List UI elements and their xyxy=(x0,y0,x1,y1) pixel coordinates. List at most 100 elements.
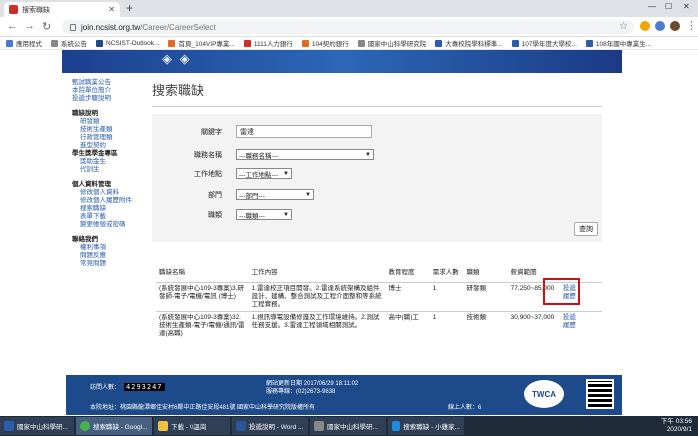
taskbar-item[interactable]: 搜索職缺 - Googl... xyxy=(76,417,152,435)
job-title-label: 職務名稱 xyxy=(194,151,222,159)
sidebar-top-links: 甄試職業公告 本院單位簡介 投遞步驟說明 xyxy=(72,79,142,103)
sidebar-link[interactable]: 權利事項 xyxy=(72,244,142,252)
tab-title: 搜索職缺 xyxy=(22,6,50,14)
col-header: 教育程度 xyxy=(388,269,415,276)
cell-education: 博士 xyxy=(388,285,402,292)
url-path: /Career/CareerSelect xyxy=(140,22,216,32)
online-count: 線上人數：6 xyxy=(448,405,482,411)
sidebar-heading: 個人資料管理 xyxy=(72,181,111,188)
folder-icon xyxy=(158,421,168,431)
job-title-select[interactable]: ---職務名稱--- ▼ xyxy=(236,149,374,160)
sidebar-link[interactable]: 甄試職業公告 xyxy=(72,79,142,87)
bookmark-item[interactable]: 首頁_104VIP專業... xyxy=(168,38,235,48)
highlight-box xyxy=(543,278,580,305)
sidebar-link[interactable]: 表單下載 xyxy=(72,213,142,221)
keyword-input[interactable]: 雷達 xyxy=(236,125,372,138)
cell-job-name: (系統發展中心109-3專案)3.研發師-電子/電機/電訊 (博士) xyxy=(159,285,244,300)
sidebar-heading: 職缺說明 xyxy=(72,110,98,117)
sidebar-heading: 聯絡我們 xyxy=(72,236,98,243)
bookmark-item[interactable]: 系統公告 xyxy=(51,38,87,48)
sidebar-link[interactable]: 常見問題 xyxy=(72,260,142,268)
chevron-down-icon: ▼ xyxy=(365,151,371,158)
keyword-label: 關鍵字 xyxy=(201,128,222,136)
job-type-select[interactable]: ---職類--- ▼ xyxy=(236,209,292,220)
cell-content: 1.視訊導電設備修護及工作環境維持。2.測試任務支援。3.雷達工程領域相關測試。 xyxy=(251,314,380,329)
job-type-label: 職類 xyxy=(208,211,222,219)
sidebar-link[interactable]: 獎助金生 xyxy=(72,158,142,166)
sidebar-link[interactable]: 搜索職缺 xyxy=(72,205,142,213)
menu-kebab-icon[interactable]: ⋮ xyxy=(686,19,697,32)
cell-content: 1.雷達校正項目開發。2.雷達系統架構及組件設計、建構、整合測試及工程介面整和等… xyxy=(251,285,382,308)
bookmarks-bar: 應用程式 系統公告 NCSIST-Outlook... 首頁_104VIP專業.… xyxy=(0,37,698,50)
system-clock[interactable]: 下午 03:56 2020/9/1 xyxy=(661,418,692,434)
bookmark-favicon-icon xyxy=(511,39,519,47)
bookmark-item[interactable]: 108年國中專業生... xyxy=(585,38,651,48)
sidebar-link[interactable]: 技術生產類 xyxy=(72,126,142,134)
sidebar-personal-section: 個人資料管理 修改個人資料 修改個人履歷附件 搜索職缺 表單下載 變更帳號或密碼 xyxy=(72,181,142,229)
col-header: 需求人數 xyxy=(432,269,459,276)
resume-link[interactable]: 履歷 xyxy=(563,322,599,330)
taskbar-item[interactable]: 搜索職缺 - 小雞家... xyxy=(388,417,464,435)
sidebar-link[interactable]: 變更帳號或密碼 xyxy=(72,221,142,229)
sidebar-link[interactable]: 修改個人資料 xyxy=(72,189,142,197)
main-content: 搜索職缺 關鍵字 雷達 職務名稱 ---職務名稱--- ▼ 工作地點 ---工作地… xyxy=(152,80,602,337)
apply-link[interactable]: 投遞 xyxy=(563,314,599,322)
sidebar-link[interactable]: 進型契約 xyxy=(72,142,142,150)
maximize-icon[interactable]: ☐ xyxy=(665,2,672,11)
browser-tab-bar: 搜索職缺 ✕ + — ☐ ✕ xyxy=(0,0,698,17)
bookmark-item[interactable]: 國家中山科學研究院 xyxy=(357,38,426,48)
extension-icon[interactable] xyxy=(640,21,650,31)
bookmark-favicon-icon xyxy=(435,39,443,47)
query-button[interactable]: 查詢 xyxy=(574,222,598,236)
site-banner: ◈ ◈ xyxy=(62,50,622,73)
bookmark-favicon-icon xyxy=(51,39,58,47)
service-phone: 服務專線：(02)2673-9638 xyxy=(266,389,336,395)
bookmark-favicon-icon xyxy=(96,39,103,47)
bookmark-item[interactable]: 大專校院學科標準... xyxy=(435,38,503,48)
browser-tab[interactable]: 搜索職缺 ✕ xyxy=(4,2,120,17)
url-omnibox[interactable]: join.ncsist.org.tw /Career/CareerSelect … xyxy=(62,20,634,34)
reload-icon[interactable]: ↻ xyxy=(42,20,51,33)
taskbar-item[interactable]: 國家中山科學研... xyxy=(0,417,74,435)
taskbar-item[interactable]: 下載 - \\溫崗 xyxy=(154,417,230,435)
sidebar-link[interactable]: 修改個人履歷附件 xyxy=(72,197,142,205)
sidebar-link[interactable]: 問題反應 xyxy=(72,252,142,260)
new-tab-button[interactable]: + xyxy=(126,1,133,15)
profile-avatar-icon[interactable] xyxy=(670,21,680,31)
sidebar-link[interactable]: 行政管理類 xyxy=(72,134,142,142)
cell-job-name: (系統發展中心109-3專案)32.技術生產類-電子/電機/通訊/雷達(高職) xyxy=(159,314,245,337)
apps-grid-icon xyxy=(6,39,13,47)
lock-icon xyxy=(70,23,76,31)
os-taskbar: 國家中山科學研... 搜索職缺 - Googl... 下載 - \\溫崗 投遞說… xyxy=(0,416,698,436)
bookmark-apps[interactable]: 應用程式 xyxy=(6,38,42,48)
sidebar-link[interactable]: 研發類 xyxy=(72,118,142,126)
sidebar-link[interactable]: 投遞步驟說明 xyxy=(72,95,142,103)
tab-close-icon[interactable]: ✕ xyxy=(108,5,115,14)
sidebar-link[interactable]: 代訓生 xyxy=(72,166,142,174)
location-select[interactable]: ---工作地點--- ▼ xyxy=(236,168,292,179)
visitor-counter: 訪問人數： 4293247 xyxy=(90,382,165,391)
forward-icon[interactable]: → xyxy=(24,20,35,32)
taskbar-item[interactable]: 國家中山科學研... xyxy=(310,417,386,435)
cell-type: 研發類 xyxy=(466,285,486,292)
app-icon xyxy=(392,421,401,431)
minimize-icon[interactable]: — xyxy=(648,2,656,11)
chrome-icon xyxy=(80,421,90,431)
extension-icon[interactable] xyxy=(655,21,665,31)
bookmark-favicon-icon xyxy=(585,39,593,47)
site-footer: 訪問人數： 4293247 網站更新日期 2017/06/29 18:11:02… xyxy=(66,375,622,415)
cell-count: 1 xyxy=(432,285,437,292)
search-form: 關鍵字 雷達 職務名稱 ---職務名稱--- ▼ 工作地點 ---工作地點--- ▼… xyxy=(152,114,602,242)
bookmark-item[interactable]: 1111人力銀行 xyxy=(243,38,293,48)
bookmark-item[interactable]: 107學年度大學校... xyxy=(511,38,577,48)
app-icon xyxy=(314,421,324,431)
bookmark-item[interactable]: 104契約銀行 xyxy=(301,38,349,48)
sidebar-link[interactable]: 本院單位簡介 xyxy=(72,87,142,95)
taskbar-item[interactable]: 投遞說明 - Word ... xyxy=(232,417,308,435)
close-window-icon[interactable]: ✕ xyxy=(683,2,690,11)
back-icon[interactable]: ← xyxy=(7,20,18,32)
department-select[interactable]: ---部門--- ▼ xyxy=(236,189,314,200)
bookmark-favicon-icon xyxy=(357,39,365,47)
bookmark-item[interactable]: NCSIST-Outlook... xyxy=(96,39,159,47)
bookmark-star-icon[interactable]: ☆ xyxy=(619,21,628,32)
